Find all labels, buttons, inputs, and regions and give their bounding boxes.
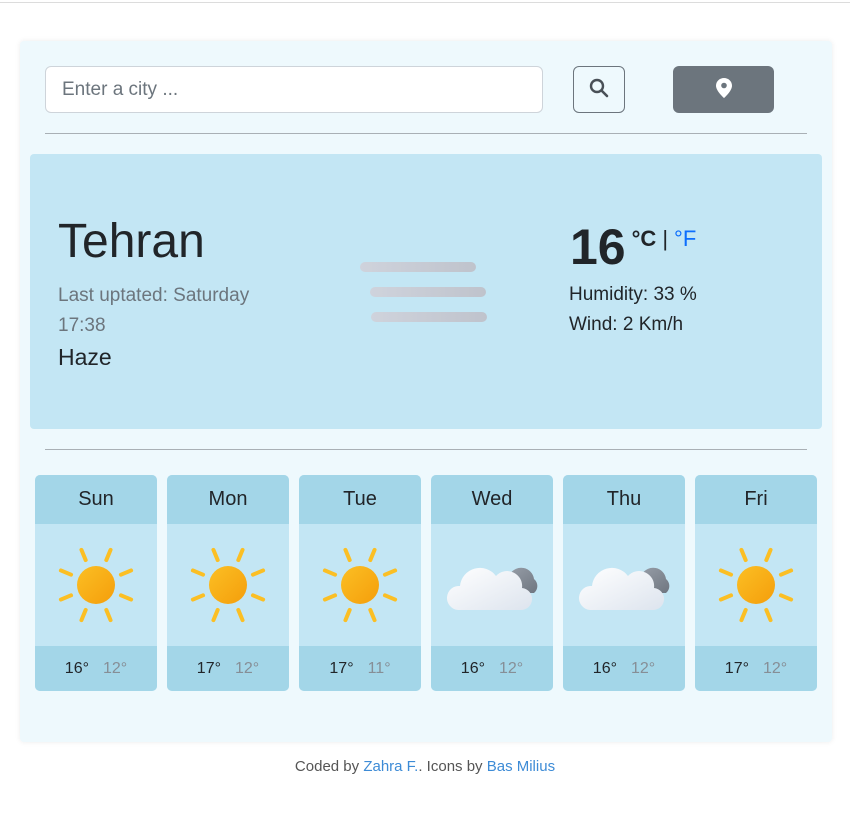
last-updated-time: 17:38 xyxy=(58,315,106,336)
sun-icon xyxy=(35,524,157,646)
forecast-temps: 17° 12° xyxy=(695,646,817,691)
forecast-temps: 16° 12° xyxy=(35,646,157,691)
forecast-day-wed: Wed 16° 12° xyxy=(431,475,553,691)
forecast-min-temp: 12° xyxy=(499,659,524,677)
temperature-block: 16 °C | °F xyxy=(570,218,696,276)
city-search-input[interactable] xyxy=(45,66,543,113)
sun-icon xyxy=(299,524,421,646)
map-pin-icon xyxy=(715,78,732,101)
section-divider xyxy=(45,449,807,450)
last-updated: Last uptated: Saturday 17:38 xyxy=(58,281,278,341)
current-location-button[interactable] xyxy=(673,66,774,113)
forecast-max-temp: 16° xyxy=(64,659,89,677)
forecast-day-mon: Mon 17° 12° xyxy=(167,475,289,691)
forecast-day-fri: Fri 17° 12° xyxy=(695,475,817,691)
haze-icon xyxy=(355,256,495,331)
forecast-min-temp: 12° xyxy=(763,659,788,677)
city-name: Tehran xyxy=(58,215,205,268)
sun-icon xyxy=(695,524,817,646)
forecast-day-name: Wed xyxy=(431,475,553,524)
cloud-icon xyxy=(431,524,553,646)
icons-author-link[interactable]: Bas Milius xyxy=(487,758,555,775)
forecast-day-name: Thu xyxy=(563,475,685,524)
forecast-min-temp: 12° xyxy=(631,659,656,677)
forecast-min-temp: 12° xyxy=(235,659,260,677)
forecast-min-temp: 12° xyxy=(103,659,128,677)
temperature-value: 16 xyxy=(570,219,626,275)
cloud-icon xyxy=(563,524,685,646)
forecast-day-tue: Tue 17° 11° xyxy=(299,475,421,691)
unit-separator: | xyxy=(662,226,669,251)
footer: Coded by Zahra F.. Icons by Bas Milius xyxy=(0,758,850,775)
forecast-max-temp: 16° xyxy=(460,659,485,677)
current-weather-panel: Tehran Last uptated: Saturday 17:38 Haze… xyxy=(30,154,822,429)
section-divider xyxy=(45,133,807,134)
forecast-temps: 16° 12° xyxy=(563,646,685,691)
forecast-day-name: Fri xyxy=(695,475,817,524)
author-link[interactable]: Zahra F. xyxy=(363,758,418,775)
forecast-day-sun: Sun 16° 12° xyxy=(35,475,157,691)
forecast-temps: 16° 12° xyxy=(431,646,553,691)
top-divider-line xyxy=(0,2,850,3)
search-button[interactable] xyxy=(573,66,625,113)
celsius-unit[interactable]: °C xyxy=(632,226,657,252)
fahrenheit-link[interactable]: °F xyxy=(674,226,696,252)
forecast-max-temp: 17° xyxy=(196,659,221,677)
last-updated-label: Last uptated: Saturday xyxy=(58,285,250,306)
forecast-row: Sun 16° 12° Mon 17° 12° Tue 17° 11° Wed xyxy=(35,475,817,691)
forecast-day-thu: Thu 16° 12° xyxy=(563,475,685,691)
forecast-day-name: Tue xyxy=(299,475,421,524)
wind: Wind: 2 Km/h xyxy=(569,314,684,335)
forecast-temps: 17° 12° xyxy=(167,646,289,691)
search-icon xyxy=(589,78,609,101)
sun-icon xyxy=(167,524,289,646)
weather-description: Haze xyxy=(58,344,112,370)
weather-card: Tehran Last uptated: Saturday 17:38 Haze… xyxy=(20,41,832,742)
footer-coded-by: Coded by xyxy=(294,758,364,775)
forecast-max-temp: 17° xyxy=(724,659,749,677)
forecast-max-temp: 17° xyxy=(329,659,354,677)
forecast-temps: 17° 11° xyxy=(299,646,421,691)
forecast-min-temp: 11° xyxy=(367,659,391,677)
forecast-day-name: Sun xyxy=(35,475,157,524)
footer-icons-by: . Icons by xyxy=(418,758,487,775)
humidity: Humidity: 33 % xyxy=(569,284,697,305)
forecast-max-temp: 16° xyxy=(592,659,617,677)
forecast-day-name: Mon xyxy=(167,475,289,524)
